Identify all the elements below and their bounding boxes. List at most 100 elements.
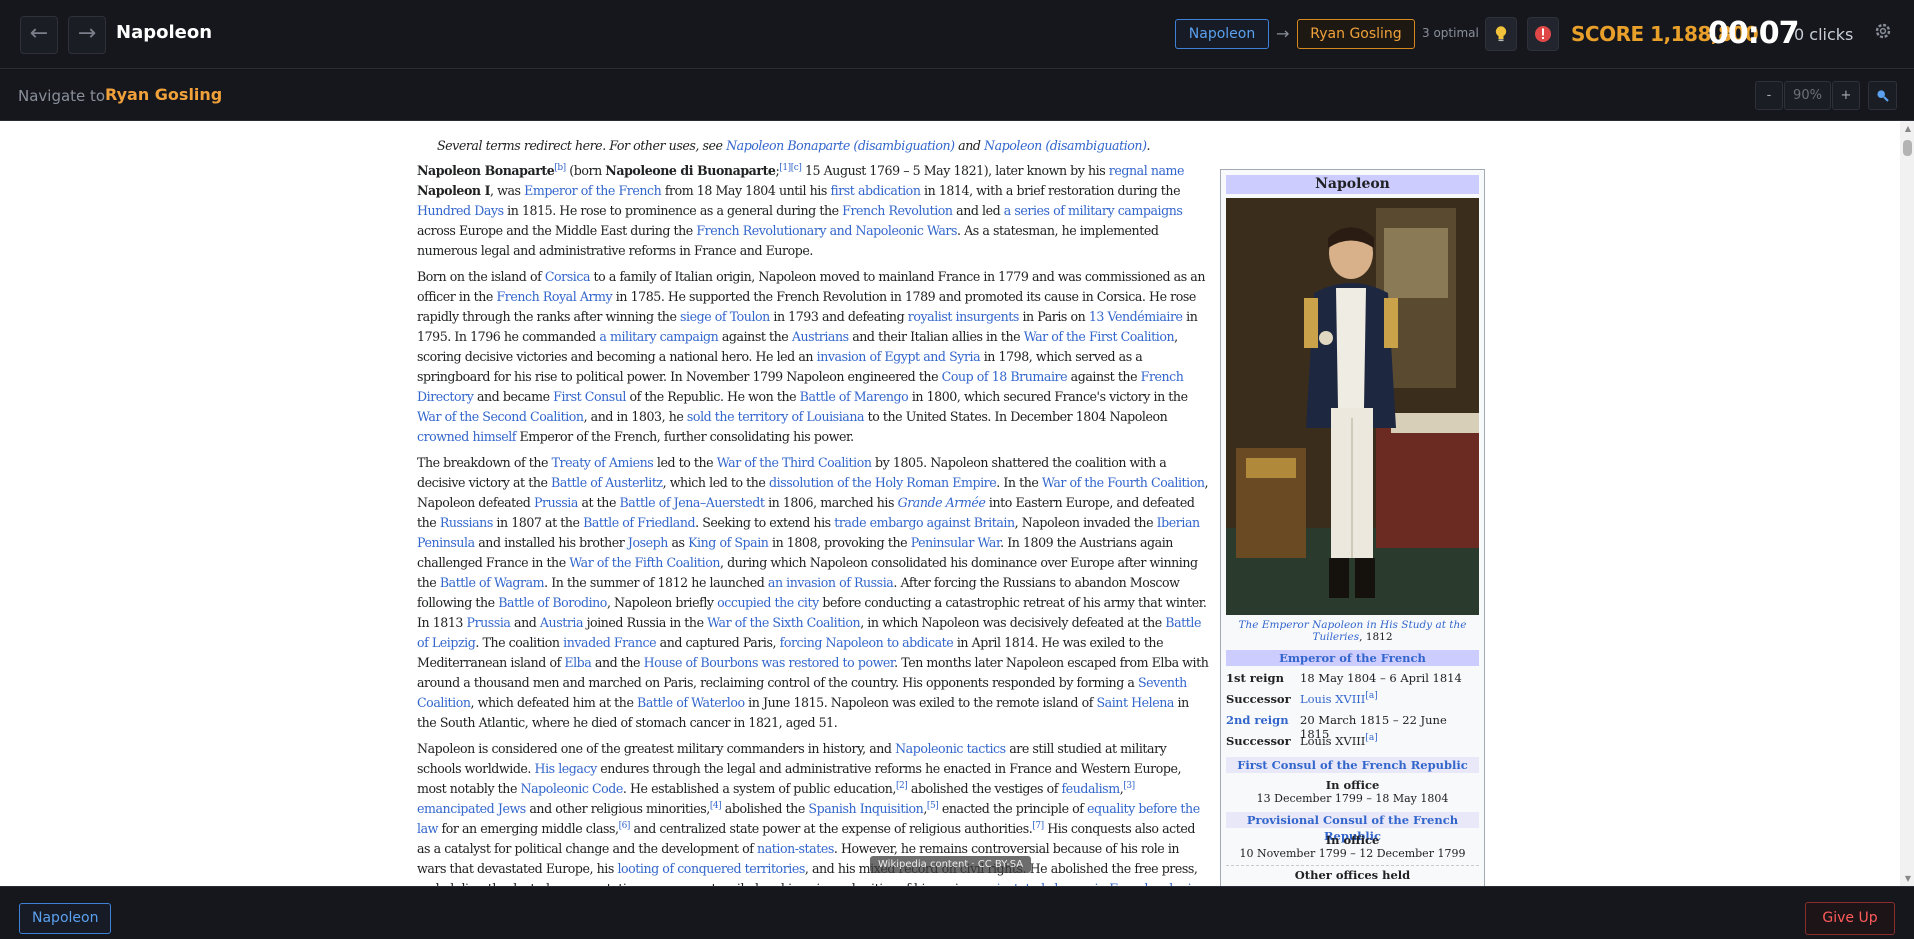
- scroll-down-arrow[interactable]: ▼: [1905, 874, 1911, 883]
- caption-link[interactable]: The Emperor Napoleon in His Study at the…: [1239, 619, 1467, 643]
- navigate-target[interactable]: Ryan Gosling: [105, 85, 222, 104]
- wiki-link[interactable]: 13 Vendémiaire: [1089, 309, 1183, 324]
- wiki-link[interactable]: Russians: [440, 515, 493, 530]
- footnote-ref[interactable]: [b]: [554, 163, 566, 173]
- wiki-link[interactable]: crowned himself: [417, 429, 516, 444]
- forward-button[interactable]: →: [68, 16, 106, 54]
- wiki-link[interactable]: First Consul: [553, 389, 626, 404]
- wiki-link[interactable]: Austrians: [792, 329, 849, 344]
- footnote-ref[interactable]: [a]: [1365, 733, 1377, 743]
- wiki-link[interactable]: feudalism: [1061, 781, 1120, 796]
- article-viewport[interactable]: Several terms redirect here. For other u…: [0, 121, 1914, 886]
- successor-link[interactable]: Louis XVIII: [1300, 692, 1365, 706]
- wiki-link[interactable]: Grande Armée: [898, 495, 986, 510]
- footnote-ref[interactable]: [6]: [619, 821, 631, 831]
- wiki-link[interactable]: Hundred Days: [417, 203, 504, 218]
- wiki-link[interactable]: looting of conquered territories: [617, 861, 805, 876]
- zoom-out-button[interactable]: -: [1755, 81, 1783, 110]
- find-button[interactable]: [1868, 81, 1897, 110]
- wiki-link[interactable]: Napoleonic Code: [521, 781, 624, 796]
- wiki-link[interactable]: trade embargo against Britain: [834, 515, 1015, 530]
- wiki-link[interactable]: War of the Fourth Coalition: [1042, 475, 1205, 490]
- wiki-link[interactable]: Emperor of the French: [524, 183, 662, 198]
- other-offices-toggle[interactable]: Other offices held: [1226, 865, 1479, 882]
- wiki-link[interactable]: Battle of Borodino: [498, 595, 607, 610]
- wiki-link[interactable]: French Revolutionary and Napoleonic Wars: [696, 223, 957, 238]
- wiki-link[interactable]: emancipated Jews: [417, 801, 526, 816]
- wiki-link[interactable]: invaded France: [563, 635, 656, 650]
- wiki-link[interactable]: a series of military campaigns: [1004, 203, 1183, 218]
- wiki-link[interactable]: Joseph: [628, 535, 668, 550]
- wiki-link[interactable]: Corsica: [545, 269, 591, 284]
- wiki-link[interactable]: invasion of Egypt and Syria: [817, 349, 981, 364]
- wiki-link[interactable]: Prussia: [534, 495, 578, 510]
- path-breadcrumb[interactable]: Napoleon: [19, 903, 112, 934]
- scroll-up-arrow[interactable]: ▲: [1905, 124, 1911, 133]
- wiki-link[interactable]: War of the Second Coalition: [417, 409, 584, 424]
- wiki-link[interactable]: first abdication: [830, 183, 920, 198]
- start-article-chip[interactable]: Napoleon: [1175, 19, 1269, 49]
- wiki-link[interactable]: Saint Helena: [1096, 695, 1174, 710]
- wiki-link[interactable]: House of Bourbons was restored to power: [644, 655, 895, 670]
- footnote-ref[interactable]: [4]: [710, 801, 722, 811]
- wiki-link[interactable]: regnal name: [1109, 163, 1185, 178]
- wiki-link[interactable]: Battle of Austerlitz: [551, 475, 663, 490]
- wiki-link[interactable]: Coup of 18 Brumaire: [942, 369, 1068, 384]
- infobox-header-provisional[interactable]: Provisional Consul of the French Republi…: [1226, 812, 1479, 843]
- wiki-link[interactable]: siege of Toulon: [680, 309, 770, 324]
- click-counter: 0 clicks: [1794, 25, 1854, 44]
- footnote-ref[interactable]: [5]: [927, 801, 939, 811]
- wiki-link[interactable]: forcing Napoleon to abdicate: [780, 635, 954, 650]
- hint-button[interactable]: [1485, 17, 1517, 51]
- wiki-link[interactable]: War of the Fifth Coalition: [569, 555, 720, 570]
- portrait-image[interactable]: [1226, 198, 1479, 615]
- wiki-link[interactable]: French Revolution: [842, 203, 953, 218]
- wiki-link[interactable]: occupied the city: [717, 595, 819, 610]
- infobox-header-first-consul[interactable]: First Consul of the French Republic: [1226, 757, 1479, 773]
- wiki-link[interactable]: War of the Sixth Coalition: [707, 615, 861, 630]
- wiki-link[interactable]: Battle of Waterloo: [637, 695, 745, 710]
- scroll-thumb[interactable]: [1903, 140, 1912, 156]
- body-text: (born: [565, 163, 606, 178]
- wiki-link[interactable]: Napoleon Bonaparte (disambiguation): [726, 138, 955, 153]
- wiki-link[interactable]: Austria: [540, 615, 584, 630]
- wiki-link[interactable]: King of Spain: [688, 535, 769, 550]
- wiki-link[interactable]: nation-states: [757, 841, 834, 856]
- wiki-link[interactable]: Battle of Wagram: [440, 575, 545, 590]
- alert-button[interactable]: [1527, 17, 1559, 51]
- footnote-ref[interactable]: [3]: [1123, 781, 1135, 791]
- back-button[interactable]: ←: [20, 16, 58, 54]
- footnote-ref[interactable]: [a]: [1365, 691, 1377, 701]
- infobox-header-emperor[interactable]: Emperor of the French: [1226, 650, 1479, 666]
- wiki-link[interactable]: sold the territory of Louisiana: [687, 409, 865, 424]
- wiki-link[interactable]: Napoleonic tactics: [895, 741, 1006, 756]
- footnote-ref[interactable]: [1][c]: [779, 163, 802, 173]
- wiki-link[interactable]: royalist insurgents: [908, 309, 1020, 324]
- row-label[interactable]: 2nd reign: [1226, 713, 1289, 727]
- footnote-ref[interactable]: [2]: [896, 781, 908, 791]
- zoom-in-button[interactable]: +: [1832, 81, 1860, 110]
- wiki-link[interactable]: an invasion of Russia: [768, 575, 894, 590]
- wiki-link[interactable]: Elba: [564, 655, 591, 670]
- wiki-link[interactable]: Battle of Jena–Auerstedt: [620, 495, 765, 510]
- wiki-link[interactable]: War of the First Coalition: [1024, 329, 1175, 344]
- wiki-link[interactable]: His legacy: [535, 761, 598, 776]
- wiki-link[interactable]: dissolution of the Holy Roman Empire: [769, 475, 997, 490]
- wiki-link[interactable]: War of the Third Coalition: [717, 455, 872, 470]
- wiki-link[interactable]: Peninsular War: [911, 535, 1001, 550]
- wiki-link[interactable]: Battle of Marengo: [800, 389, 909, 404]
- wiki-link[interactable]: Treaty of Amiens: [552, 455, 654, 470]
- wiki-link[interactable]: Prussia: [467, 615, 511, 630]
- wiki-link[interactable]: Battle of Friedland: [583, 515, 696, 530]
- scrollbar[interactable]: ▲ ▼: [1900, 121, 1914, 886]
- body-text: in June 1815. Napoleon was exiled to the…: [744, 695, 1097, 710]
- wiki-link[interactable]: a military campaign: [599, 329, 718, 344]
- settings-button[interactable]: [1874, 22, 1892, 45]
- target-article-chip[interactable]: Ryan Gosling: [1297, 19, 1415, 49]
- wiki-link[interactable]: French Royal Army: [496, 289, 612, 304]
- wiki-link[interactable]: Napoleon (disambiguation): [984, 138, 1147, 153]
- arrow-right-icon: →: [77, 21, 97, 46]
- give-up-button[interactable]: Give Up: [1805, 902, 1895, 935]
- wiki-link[interactable]: Spanish Inquisition: [808, 801, 923, 816]
- footnote-ref[interactable]: [7]: [1032, 821, 1044, 831]
